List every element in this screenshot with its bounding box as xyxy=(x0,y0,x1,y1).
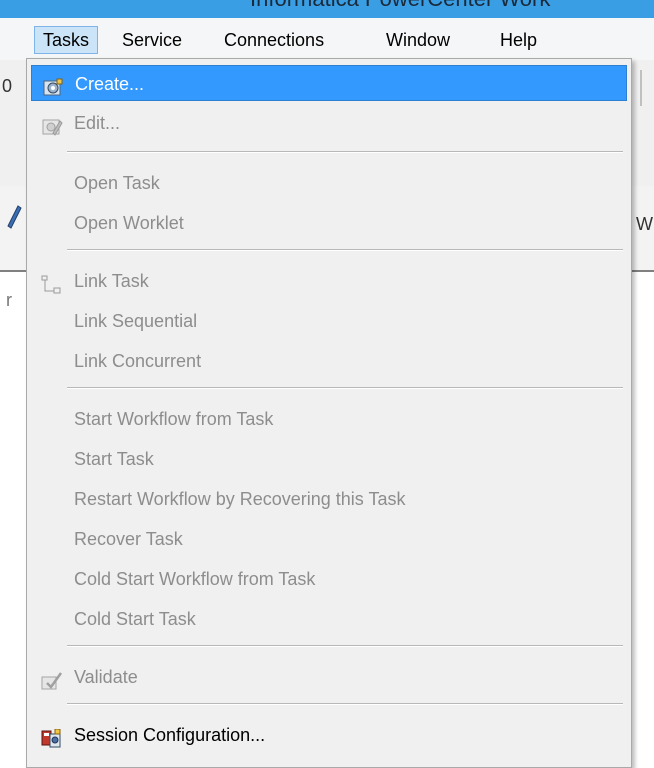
menu-item-edit[interactable]: Edit... xyxy=(31,105,627,141)
menu-item-label: Cold Start Workflow from Task xyxy=(74,569,316,589)
tasks-menu: Create... Edit... Open Task Open Worklet xyxy=(26,58,632,768)
background-pencil-icon xyxy=(0,200,22,230)
menu-separator xyxy=(67,151,623,153)
menu-item-label: Recover Task xyxy=(74,529,183,549)
background-text-fragment: W xyxy=(636,214,653,234)
menu-item-label: Create... xyxy=(75,74,145,94)
menu-item-start-workflow-from-task[interactable]: Start Workflow from Task xyxy=(31,401,627,437)
menu-separator xyxy=(67,249,623,251)
window-title: Informatica PowerCenter Work xyxy=(250,0,550,12)
menu-item-label: Start Workflow from Task xyxy=(74,409,274,429)
menu-separator xyxy=(67,703,623,705)
background-text-fragment: r xyxy=(6,290,12,310)
menu-item-session-configuration[interactable]: Session Configuration... xyxy=(31,717,627,753)
menu-item-open-worklet[interactable]: Open Worklet xyxy=(31,205,627,241)
menu-item-cold-start-task[interactable]: Cold Start Task xyxy=(31,601,627,637)
menu-separator xyxy=(67,387,623,389)
menu-item-link-sequential[interactable]: Link Sequential xyxy=(31,303,627,339)
background-text-fragment: 0 xyxy=(2,76,13,96)
menu-item-create[interactable]: Create... xyxy=(31,65,627,101)
window-title-bar: Informatica PowerCenter Work xyxy=(0,0,654,18)
menu-item-label: Link Task xyxy=(74,271,149,291)
menu-item-restart-workflow[interactable]: Restart Workflow by Recovering this Task xyxy=(31,481,627,517)
create-task-icon xyxy=(42,74,64,96)
menu-item-label: Validate xyxy=(74,667,138,687)
menu-item-label: Link Sequential xyxy=(74,311,198,331)
menu-item-label: Edit... xyxy=(74,113,121,133)
session-config-icon xyxy=(41,725,63,748)
menu-item-label: Cold Start Task xyxy=(74,609,196,629)
menu-item-link-task[interactable]: Link Task xyxy=(31,263,627,299)
menu-window[interactable]: Window xyxy=(378,26,458,54)
menu-item-label: Open Worklet xyxy=(74,213,184,233)
toolbar-separator xyxy=(640,70,642,106)
menu-item-start-task[interactable]: Start Task xyxy=(31,441,627,477)
link-task-icon xyxy=(41,271,63,294)
menu-help[interactable]: Help xyxy=(492,26,545,54)
validate-icon xyxy=(41,667,63,690)
menu-separator xyxy=(67,645,623,647)
edit-task-icon xyxy=(41,113,63,136)
menu-connections[interactable]: Connections xyxy=(216,26,332,54)
menu-item-label: Open Task xyxy=(74,173,160,193)
menu-item-label: Session Configuration... xyxy=(74,725,266,745)
menu-item-validate[interactable]: Validate xyxy=(31,659,627,695)
menu-item-cold-start-workflow[interactable]: Cold Start Workflow from Task xyxy=(31,561,627,597)
menu-service[interactable]: Service xyxy=(114,26,190,54)
menu-tasks[interactable]: Tasks xyxy=(34,26,99,54)
menu-item-recover-task[interactable]: Recover Task xyxy=(31,521,627,557)
menu-bar: Tasks Service Connections Window Help xyxy=(0,18,654,61)
menu-item-link-concurrent[interactable]: Link Concurrent xyxy=(31,343,627,379)
menu-item-label: Start Task xyxy=(74,449,154,469)
menu-item-open-task[interactable]: Open Task xyxy=(31,165,627,201)
menu-item-label: Link Concurrent xyxy=(74,351,202,371)
menu-item-label: Restart Workflow by Recovering this Task xyxy=(74,489,406,509)
